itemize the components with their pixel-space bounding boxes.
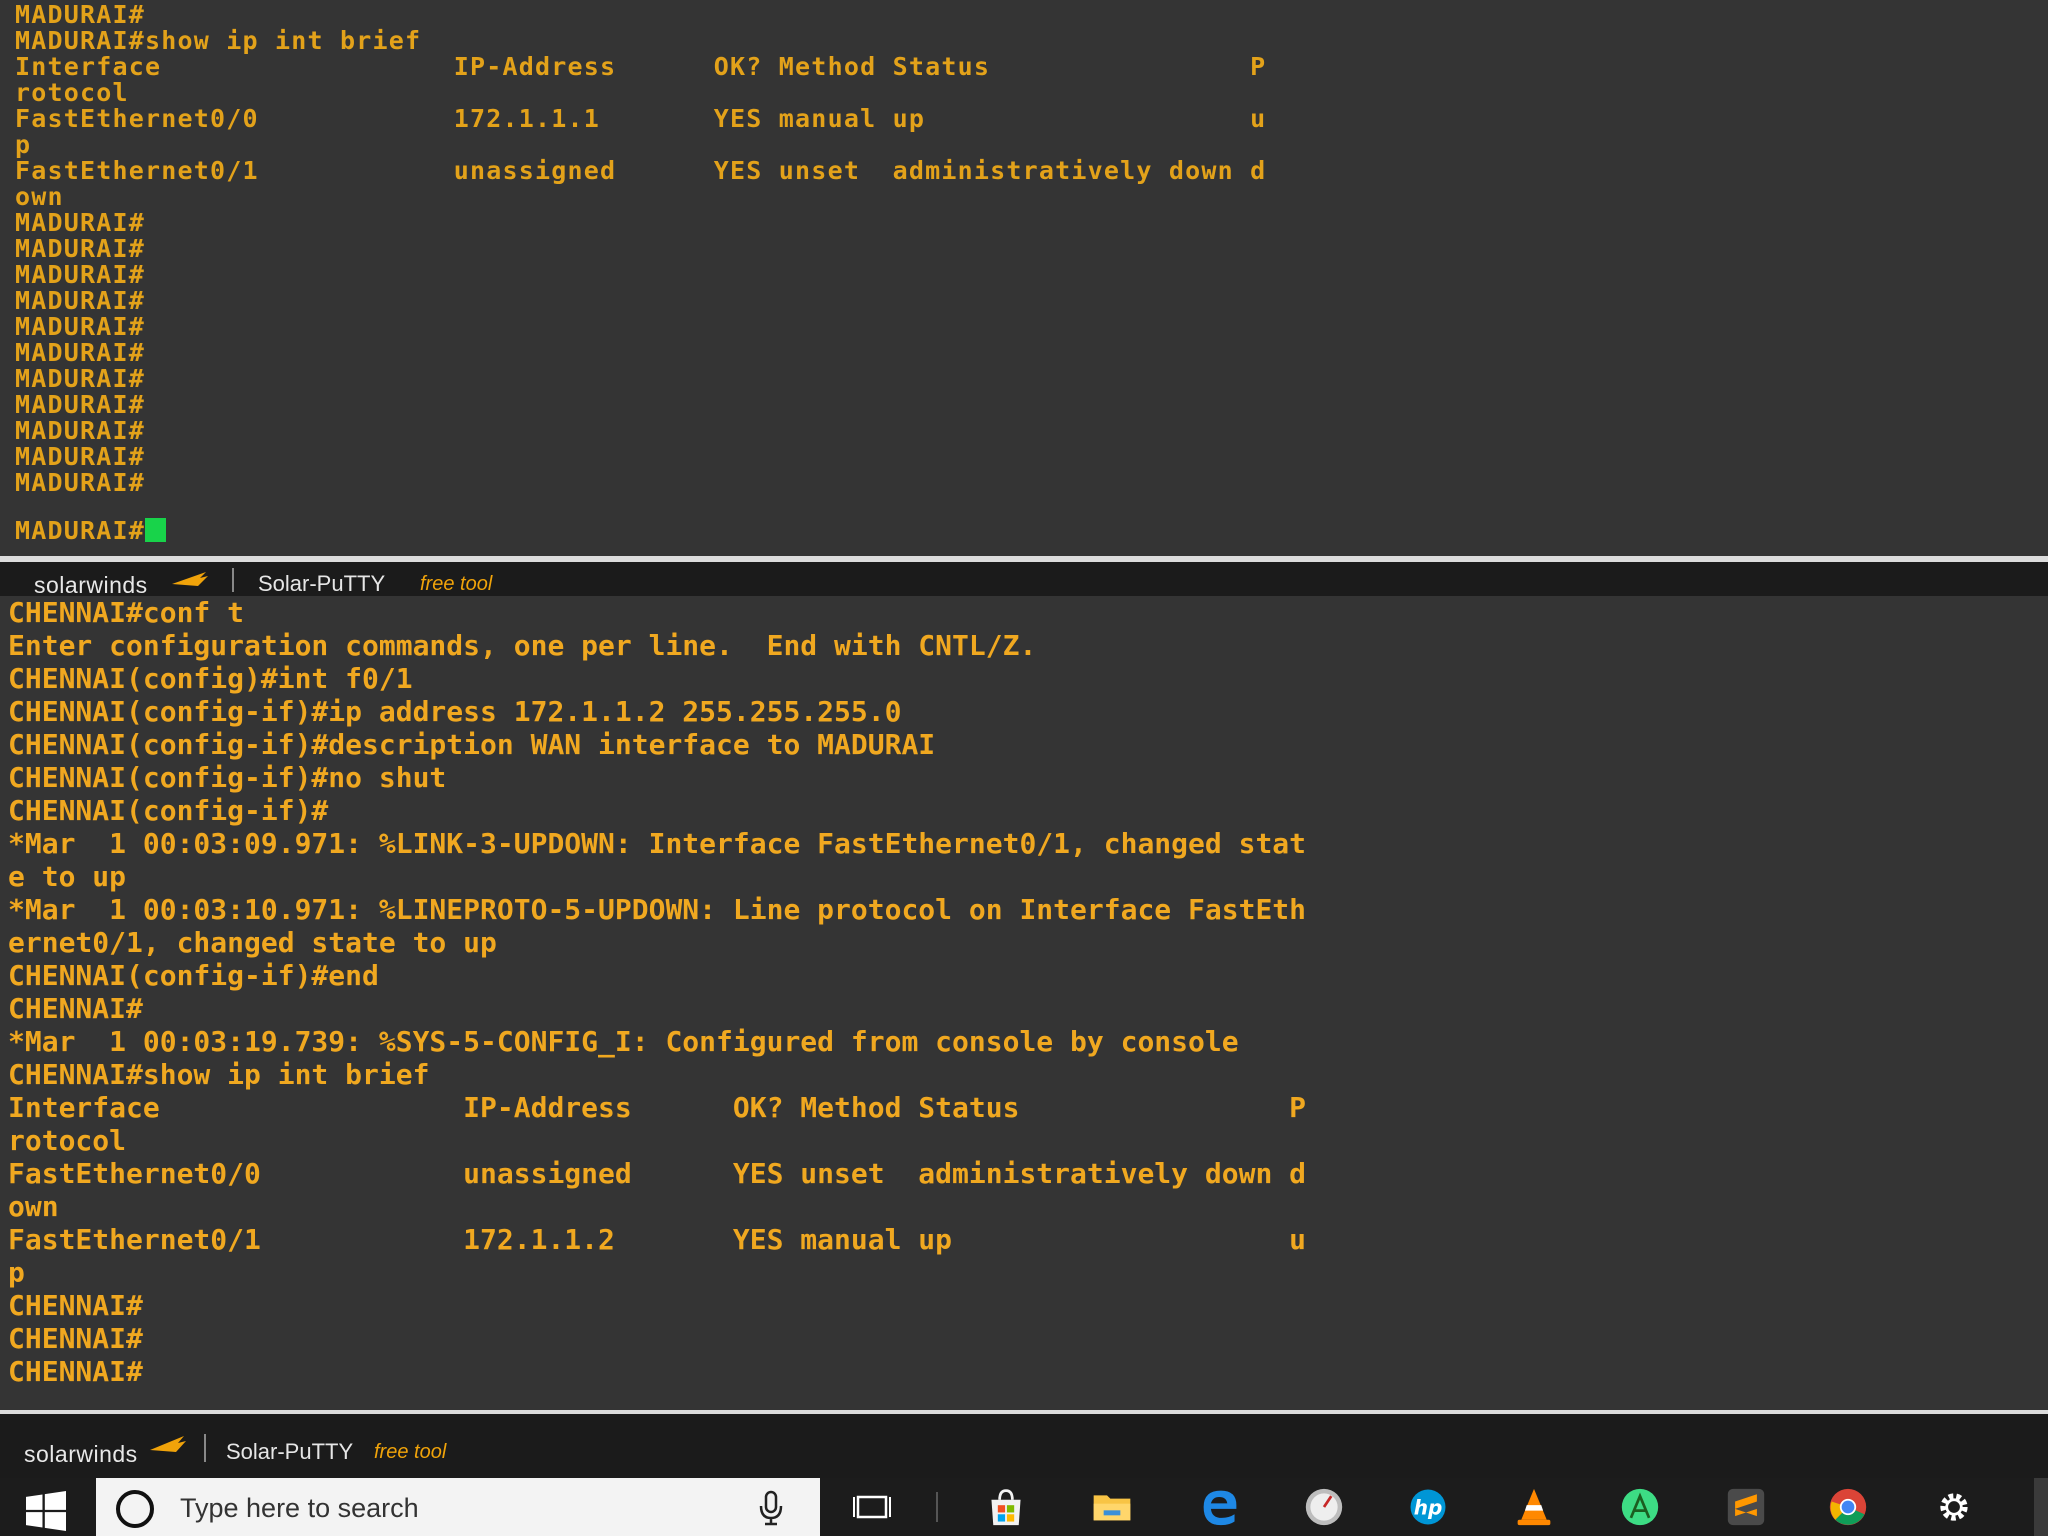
- terminal-line: CHENNAI(config-if)#description WAN inter…: [8, 728, 936, 761]
- terminal-line: MADURAI#: [15, 260, 146, 289]
- terminal-line: MADURAI#: [15, 416, 146, 445]
- app-name: Solar-PuTTY: [258, 571, 386, 596]
- settings-gear-icon[interactable]: [1934, 1487, 1974, 1527]
- terminal-line: CHENNAI#: [8, 1355, 143, 1388]
- chennai-terminal[interactable]: CHENNAI#conf t Enter configuration comma…: [0, 596, 2048, 1412]
- terminal-line: MADURAI#: [15, 364, 146, 393]
- solar-putty-brandbar-top: solarwinds Solar-PuTTY free tool: [0, 562, 2048, 598]
- terminal-line: CHENNAI#conf t: [8, 596, 245, 629]
- terminal-line: MADURAI#: [15, 208, 146, 237]
- terminal-line: rotocol: [8, 1124, 127, 1157]
- terminal-line: MADURAI#: [15, 286, 146, 315]
- show-desktop-button[interactable]: [2034, 1478, 2048, 1536]
- taskbar-search-box[interactable]: Type here to search: [96, 1478, 820, 1536]
- terminal-line: FastEthernet0/0 unassigned YES unset adm…: [8, 1157, 1307, 1190]
- text-cursor: [145, 518, 167, 542]
- terminal-line: own: [8, 1190, 59, 1223]
- terminal-line: Enter configuration commands, one per li…: [8, 629, 1037, 662]
- microphone-icon[interactable]: [758, 1490, 784, 1526]
- cortana-circle-icon: [116, 1490, 154, 1528]
- terminal-line: MADURAI#: [15, 234, 146, 263]
- edge-browser-icon[interactable]: [1200, 1487, 1240, 1527]
- microsoft-store-icon[interactable]: [986, 1487, 1026, 1527]
- free-tool-label: free tool: [420, 573, 493, 595]
- terminal-line: MADURAI#show ip int brief: [15, 26, 422, 55]
- terminal-line: Interface IP-Address OK? Method Status P: [8, 1091, 1307, 1124]
- solar-putty-brandbar-bottom: solarwinds Solar-PuTTY free tool: [0, 1414, 2048, 1478]
- terminal-line: rotocol: [15, 78, 129, 107]
- solarwinds-swoosh-icon: [150, 1436, 186, 1452]
- terminal-line: Interface IP-Address OK? Method Status P: [15, 52, 1267, 81]
- app-name: Solar-PuTTY: [226, 1439, 354, 1464]
- free-tool-label: free tool: [374, 1441, 447, 1463]
- terminal-line: MADURAI#: [15, 390, 146, 419]
- solarwinds-swoosh-icon: [172, 572, 208, 586]
- terminal-line: MADURAI#: [15, 338, 146, 367]
- terminal-line: e to up: [8, 860, 127, 893]
- terminal-line: p: [8, 1256, 25, 1289]
- vlc-icon[interactable]: [1514, 1487, 1554, 1527]
- terminal-line: CHENNAI(config)#int f0/1: [8, 662, 413, 695]
- terminal-line: FastEthernet0/0 172.1.1.1 YES manual up …: [15, 104, 1267, 133]
- taskbar: Type here to search hp: [0, 1478, 2048, 1536]
- android-studio-icon[interactable]: [1620, 1487, 1660, 1527]
- sublime-text-icon[interactable]: [1726, 1487, 1766, 1527]
- brand-divider: [204, 1434, 206, 1462]
- taskbar-divider: [936, 1492, 938, 1522]
- terminal-line: own: [15, 182, 64, 211]
- terminal-prompt-line: MADURAI#: [15, 516, 167, 545]
- file-explorer-icon[interactable]: [1092, 1487, 1132, 1527]
- terminal-line: CHENNAI#: [8, 1289, 143, 1322]
- search-placeholder: Type here to search: [180, 1493, 419, 1523]
- terminal-line: CHENNAI#show ip int brief: [8, 1058, 430, 1091]
- terminal-line: CHENNAI(config-if)#end: [8, 959, 379, 992]
- brand-divider: [232, 568, 234, 592]
- terminal-line: p: [15, 130, 32, 159]
- terminal-line: CHENNAI#: [8, 992, 143, 1025]
- svg-text:hp: hp: [1414, 1496, 1443, 1520]
- hp-icon[interactable]: hp: [1408, 1487, 1448, 1527]
- terminal-line: *Mar 1 00:03:09.971: %LINK-3-UPDOWN: Int…: [8, 827, 1307, 860]
- terminal-line: FastEthernet0/1 172.1.1.2 YES manual up …: [8, 1223, 1307, 1256]
- terminal-line: *Mar 1 00:03:19.739: %SYS-5-CONFIG_I: Co…: [8, 1025, 1239, 1058]
- terminal-line: CHENNAI(config-if)#no shut: [8, 761, 447, 794]
- terminal-line: CHENNAI#: [8, 1322, 143, 1355]
- windows-start-icon[interactable]: [26, 1491, 66, 1531]
- terminal-line: MADURAI#: [15, 312, 146, 341]
- terminal-line: FastEthernet0/1 unassigned YES unset adm…: [15, 156, 1267, 185]
- speedometer-app-icon[interactable]: [1304, 1487, 1344, 1527]
- terminal-line: MADURAI#: [15, 442, 146, 471]
- solarwinds-logo: solarwinds: [24, 1441, 138, 1467]
- terminal-line: CHENNAI(config-if)#: [8, 794, 329, 827]
- terminal-prompt: MADURAI#: [15, 516, 146, 545]
- terminal-line: *Mar 1 00:03:10.971: %LINEPROTO-5-UPDOWN…: [8, 893, 1307, 926]
- terminal-line: MADURAI#: [15, 0, 146, 29]
- terminal-line: MADURAI#: [15, 468, 146, 497]
- terminal-line: ernet0/1, changed state to up: [8, 926, 497, 959]
- task-view-icon[interactable]: [852, 1487, 892, 1527]
- solarwinds-logo: solarwinds: [34, 572, 148, 598]
- terminal-line: CHENNAI(config-if)#ip address 172.1.1.2 …: [8, 695, 902, 728]
- chrome-icon[interactable]: [1828, 1487, 1868, 1527]
- madurai-terminal[interactable]: MADURAI# MADURAI#show ip int brief Inter…: [0, 0, 2048, 556]
